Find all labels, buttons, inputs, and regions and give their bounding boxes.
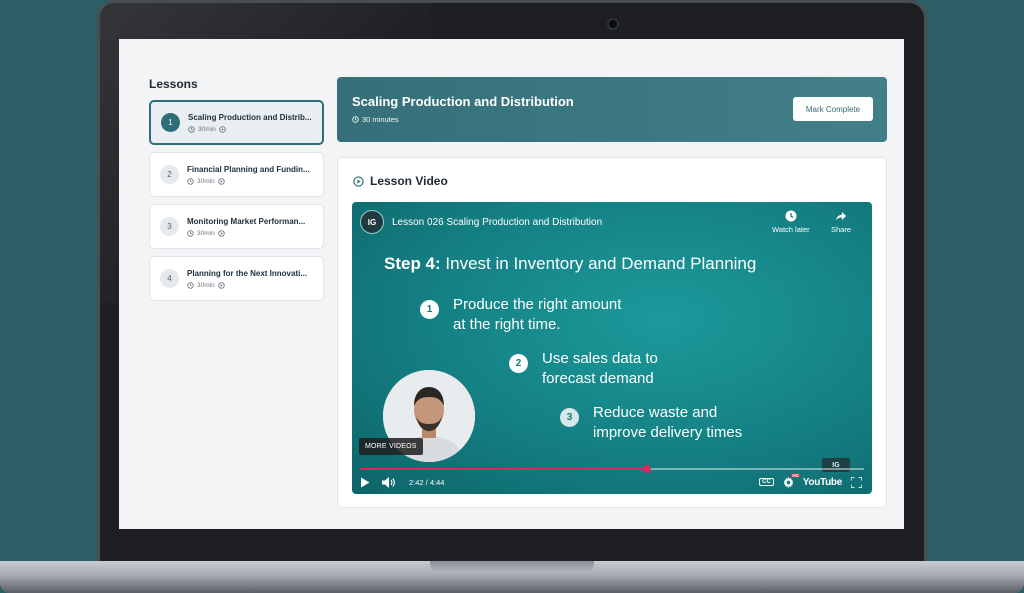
lesson-header: Scaling Production and Distribution 30 m…: [337, 77, 887, 142]
lesson-title: Monitoring Market Performan...: [187, 216, 306, 226]
clock-icon: [352, 116, 359, 123]
lesson-video-card: Lesson Video IG Lesson 026 Scaling Produ…: [337, 157, 887, 508]
laptop-notch: [430, 561, 594, 573]
step-point-line: Reduce waste and: [593, 404, 718, 421]
play-icon[interactable]: [360, 477, 370, 488]
fullscreen-icon[interactable]: [851, 476, 862, 488]
gear-icon: [783, 476, 793, 488]
lesson-title: Financial Planning and Fundin...: [187, 164, 310, 174]
share-button[interactable]: Share: [831, 210, 851, 234]
settings-button[interactable]: HD: [783, 472, 800, 488]
progress-scrubber[interactable]: [643, 465, 652, 473]
lesson-duration: 30min: [197, 281, 215, 289]
lesson-item-4[interactable]: 4 Planning for the Next Innovati... 30mi…: [149, 256, 324, 301]
volume-icon[interactable]: [382, 476, 395, 488]
progress-fill: [360, 468, 648, 470]
share-label: Share: [831, 225, 852, 234]
play-circle-icon: [353, 175, 364, 187]
share-icon: [836, 212, 846, 221]
time-display: 2:42 / 4:44: [409, 477, 445, 487]
hd-badge: HD: [791, 472, 800, 478]
step-point-line: forecast demand: [542, 370, 654, 387]
lesson-item-2[interactable]: 2 Financial Planning and Fundin... 30min: [149, 152, 324, 197]
watch-later-button[interactable]: Watch later: [772, 210, 810, 234]
sidebar-title: Lessons: [149, 77, 198, 91]
lesson-header-duration: 30 minutes: [362, 115, 399, 124]
play-circle-icon: [217, 281, 225, 289]
captions-button[interactable]: CC: [759, 478, 774, 486]
step-number-badge: 2: [509, 354, 528, 373]
step-point-line: at the right time.: [453, 316, 561, 333]
lesson-duration: 30min: [198, 125, 216, 133]
step-point-line: Produce the right amount: [453, 296, 622, 313]
play-circle-icon: [217, 177, 225, 185]
lesson-item-3[interactable]: 3 Monitoring Market Performan... 30min: [149, 204, 324, 249]
lesson-duration: 30min: [197, 229, 215, 237]
lesson-number: 3: [160, 217, 179, 236]
step-point-line: improve delivery times: [593, 424, 743, 441]
webcam: [607, 18, 619, 30]
step-number-badge: 3: [560, 408, 579, 427]
mark-complete-button[interactable]: Mark Complete: [793, 97, 873, 121]
clock-icon: [785, 210, 797, 222]
step-point-line: Use sales data to: [542, 350, 658, 367]
step-heading-text: Invest in Inventory and Demand Planning: [445, 254, 757, 273]
clock-icon: [188, 125, 195, 133]
player-controls: 2:42 / 4:44 CC HD YouTube: [360, 472, 864, 490]
video-title[interactable]: Lesson 026 Scaling Production and Distri…: [392, 217, 602, 228]
clock-icon: [187, 229, 194, 237]
step-point-2: 2 Use sales data to forecast demand: [509, 349, 658, 389]
lessons-sidebar: Lessons 1 Scaling Production and Distrib…: [149, 77, 324, 308]
video-section-title: Lesson Video: [370, 174, 448, 188]
clock-icon: [187, 177, 194, 185]
lesson-number: 2: [160, 165, 179, 184]
step-number-badge: 1: [420, 300, 439, 319]
step-point-1: 1 Produce the right amount at the right …: [420, 295, 621, 335]
lesson-title: Planning for the Next Innovati...: [187, 268, 308, 278]
channel-avatar[interactable]: IG: [360, 210, 384, 234]
step-point-3: 3 Reduce waste and improve delivery time…: [560, 403, 742, 443]
lesson-item-1[interactable]: 1 Scaling Production and Distrib... 30mi…: [149, 100, 324, 145]
play-circle-icon: [218, 125, 226, 133]
watch-later-label: Watch later: [772, 225, 810, 234]
lesson-title: Scaling Production and Distrib...: [188, 112, 312, 122]
app-screen: Lessons 1 Scaling Production and Distrib…: [119, 39, 904, 529]
play-circle-icon: [217, 229, 225, 237]
step-heading: Step 4: Invest in Inventory and Demand P…: [384, 254, 756, 274]
lesson-duration: 30min: [197, 177, 215, 185]
clock-icon: [187, 281, 194, 289]
progress-bar[interactable]: [360, 465, 864, 473]
lesson-number: 4: [160, 269, 179, 288]
video-player[interactable]: IG Lesson 026 Scaling Production and Dis…: [352, 202, 872, 494]
lesson-number: 1: [161, 113, 180, 132]
youtube-logo[interactable]: YouTube: [803, 477, 843, 488]
step-label: Step 4:: [384, 254, 441, 273]
more-videos-button[interactable]: MORE VIDEOS: [359, 438, 423, 455]
